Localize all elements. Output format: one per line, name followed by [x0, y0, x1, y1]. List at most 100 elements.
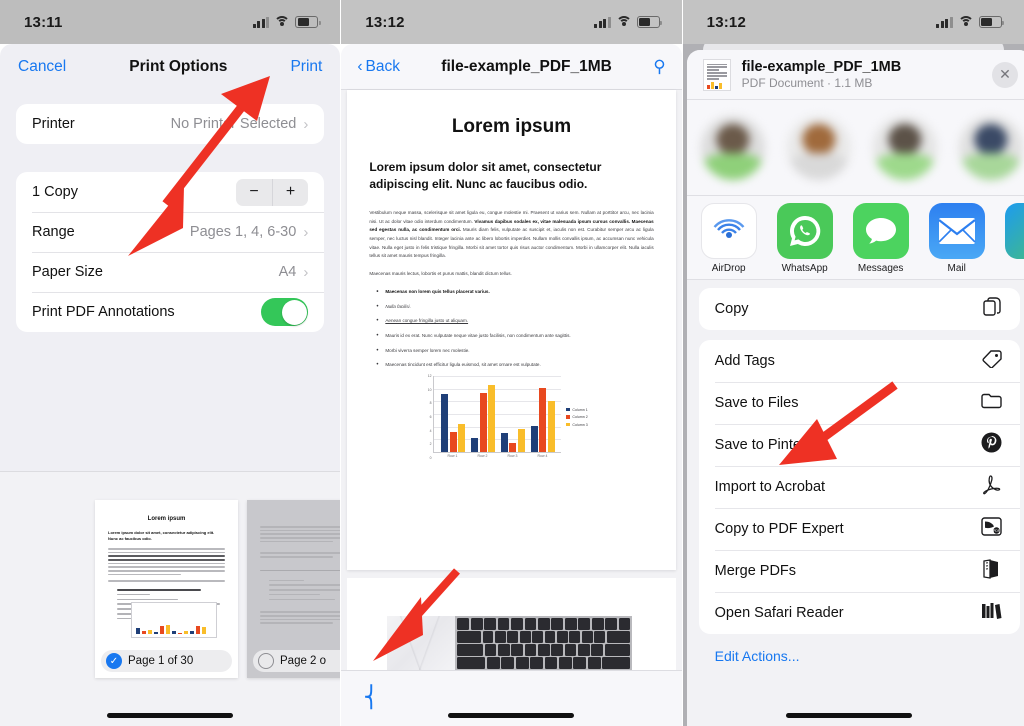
- wifi-icon: [957, 16, 974, 28]
- cancel-button[interactable]: Cancel: [18, 58, 66, 76]
- laptop-keyboard: [455, 616, 633, 670]
- avatar[interactable]: [872, 115, 937, 180]
- action-save-to-pinterest[interactable]: Save to Pinterest: [699, 424, 1021, 466]
- action-add-tags[interactable]: Add Tags: [699, 340, 1020, 382]
- svg-text:PDF: PDF: [994, 529, 1001, 533]
- share-apps-row[interactable]: AirDrop WhatsApp Messages Mail: [686, 196, 1024, 280]
- search-icon[interactable]: ⚲: [653, 57, 665, 77]
- page-thumbnail-1[interactable]: Lorem ipsum Lorem ipsum dolor sit amet, …: [95, 500, 238, 678]
- pdf-page-content[interactable]: Lorem ipsum Lorem ipsum dolor sit amet, …: [347, 90, 676, 570]
- mail-icon: [928, 203, 985, 259]
- status-time: 13:12: [365, 13, 405, 31]
- avatar[interactable]: [700, 115, 765, 180]
- messages-icon: [852, 203, 909, 259]
- chart-plot-area: [433, 376, 562, 454]
- legend-entry: Column 3: [566, 423, 601, 427]
- marble-surface: [387, 616, 456, 670]
- status-time: 13:12: [706, 13, 747, 31]
- thumb-chart: [131, 602, 217, 638]
- pdf-expert-icon: PDF: [980, 517, 1004, 541]
- avatar[interactable]: [958, 115, 1023, 180]
- whatsapp-icon: [776, 203, 833, 259]
- suggested-contacts-row[interactable]: [686, 100, 1024, 196]
- copies-stepper[interactable]: − +: [236, 178, 309, 206]
- page-2-badge[interactable]: Page 2 o: [253, 650, 341, 672]
- paper-size-row[interactable]: Paper Size A4 ›: [16, 252, 325, 292]
- status-bar: 13:12: [341, 0, 682, 44]
- shared-file-name: file-example_PDF_1MB: [741, 59, 902, 75]
- action-open-safari-reader[interactable]: Open Safari Reader: [699, 592, 1021, 634]
- pdf-viewer-navbar: ‹ Back file-example_PDF_1MB ⚲: [341, 44, 682, 90]
- close-icon[interactable]: ✕: [991, 61, 1018, 88]
- chart-group-row-2: [471, 376, 496, 453]
- battery-icon: [978, 16, 1005, 28]
- page-thumbnails: Lorem ipsum Lorem ipsum dolor sit amet, …: [0, 500, 341, 678]
- action-merge-pdfs[interactable]: Merge PDFs: [699, 550, 1021, 592]
- action-import-to-acrobat[interactable]: Import to Acrobat: [699, 466, 1021, 508]
- print-pdf-annotations-toggle[interactable]: [261, 298, 309, 326]
- status-time: 13:11: [24, 13, 63, 31]
- cellular-signal-icon: [252, 16, 270, 28]
- airdrop-icon: [700, 203, 757, 259]
- range-value: Pages 1, 4, 6-30: [189, 224, 297, 240]
- x-tick: Row 3: [507, 454, 518, 459]
- status-indicators: [594, 16, 662, 28]
- share-app-label: AirDrop: [711, 263, 746, 274]
- avatar[interactable]: [786, 115, 851, 180]
- status-bar: 13:12: [682, 0, 1024, 44]
- chevron-right-icon: ›: [303, 223, 309, 241]
- keyboard-photo: [387, 616, 633, 670]
- share-app-airdrop[interactable]: AirDrop: [700, 203, 757, 279]
- action-label: Copy: [714, 301, 749, 317]
- chevron-right-icon: ›: [303, 115, 309, 133]
- action-label: Open Safari Reader: [714, 605, 844, 621]
- copies-plus-button[interactable]: +: [273, 179, 309, 206]
- print-button[interactable]: Print: [290, 58, 322, 76]
- copies-minus-button[interactable]: −: [236, 178, 273, 206]
- printer-label: Printer: [32, 116, 75, 132]
- share-app-mail[interactable]: Mail: [928, 203, 985, 279]
- copies-label: 1 Copy: [32, 184, 78, 200]
- paper-size-value-wrap: A4 ›: [279, 264, 309, 280]
- share-app-partial[interactable]: [1004, 203, 1024, 279]
- print-pdf-annotations-label: Print PDF Annotations: [32, 304, 175, 320]
- back-button[interactable]: ‹ Back: [357, 58, 400, 76]
- share-app-whatsapp[interactable]: WhatsApp: [776, 203, 833, 279]
- print-pdf-annotations-row[interactable]: Print PDF Annotations: [16, 292, 325, 332]
- page-thumbnail-strip[interactable]: Lorem ipsum Lorem ipsum dolor sit amet, …: [0, 471, 341, 726]
- file-icon-chart: [706, 82, 727, 89]
- home-indicator: [448, 713, 575, 718]
- edit-actions-link[interactable]: Edit Actions...: [687, 644, 1024, 664]
- action-label: Save to Files: [714, 395, 799, 411]
- action-copy[interactable]: Copy: [699, 288, 1020, 330]
- thumb-subtitle: Lorem ipsum dolor sit amet, consectetur …: [108, 530, 215, 541]
- thumb2-doc-content: [247, 500, 341, 625]
- pdf-bullet-list: Maecenas non lorem quis tellus placerat …: [373, 287, 653, 372]
- action-copy-to-pdf-expert[interactable]: Copy to PDF Expert PDF: [699, 508, 1021, 550]
- x-tick: Row 2: [477, 454, 488, 459]
- thumb-title: Lorem ipsum: [147, 516, 186, 522]
- y-tick: 10: [427, 387, 432, 392]
- printer-row[interactable]: Printer No Printer Selected ›: [16, 104, 324, 144]
- page-thumbnail-2[interactable]: Page 2 o: [247, 500, 341, 678]
- status-indicators: [936, 16, 1005, 28]
- action-save-to-files[interactable]: Save to Files: [699, 382, 1021, 424]
- share-app-messages[interactable]: Messages: [852, 203, 909, 279]
- page-2-label: Page 2 o: [280, 655, 327, 667]
- share-actions: Copy Add Tags Save to Files Save to Pint…: [687, 280, 1024, 664]
- pdf-file-icon: [702, 58, 731, 91]
- pdf-page-2-preview[interactable]: [347, 578, 676, 670]
- x-tick: Row 4: [537, 454, 548, 459]
- pdf-bar-chart: 12 10 8 6 4 2 0 Row 1 Row 2 Row 3 Row 4 …: [421, 374, 601, 460]
- range-label: Range: [32, 224, 75, 240]
- pdf-bullet: Mauris id ex erat. Nunc vulputate neque …: [373, 331, 653, 342]
- page-1-badge[interactable]: ✓ Page 1 of 30: [101, 650, 232, 672]
- copies-row[interactable]: 1 Copy − +: [16, 172, 324, 212]
- share-action-group-2: Add Tags Save to Files Save to Pinterest: [698, 340, 1021, 634]
- back-label: Back: [365, 57, 400, 75]
- pdf-bullet: Morbi viverra semper lorem nec molestie.: [373, 346, 653, 357]
- share-icon[interactable]: ⎨: [363, 685, 379, 710]
- pdf-doc-subtitle: Lorem ipsum dolor sit amet, consectetur …: [369, 160, 602, 192]
- range-row[interactable]: Range Pages 1, 4, 6-30 ›: [16, 212, 325, 252]
- y-tick: 4: [429, 428, 432, 433]
